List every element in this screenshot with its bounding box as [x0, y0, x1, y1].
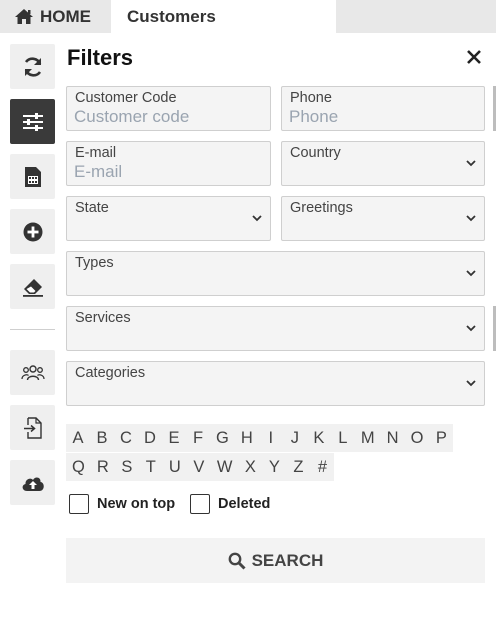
alphabet-letter[interactable]: T — [138, 453, 163, 481]
greetings-select[interactable]: Greetings — [281, 196, 485, 241]
report-button[interactable] — [10, 154, 55, 199]
alphabet-row: Q R S T U V W X Y Z # — [66, 453, 486, 481]
import-button[interactable] — [10, 405, 55, 450]
greetings-label: Greetings — [290, 200, 353, 216]
new-on-top-option[interactable]: New on top — [69, 494, 175, 514]
tab-home-label: HOME — [40, 6, 91, 26]
tab-home[interactable]: HOME — [0, 0, 111, 33]
alphabet-letter[interactable]: X — [238, 453, 263, 481]
alphabet-letter[interactable]: # — [310, 453, 335, 481]
alphabet-letter[interactable]: A — [66, 424, 90, 452]
email-label: E-mail — [75, 145, 117, 161]
deleted-option[interactable]: Deleted — [190, 494, 270, 514]
customer-code-input[interactable] — [74, 107, 263, 127]
alphabet-row: ABCDEFGHIJKLMNOP — [66, 424, 486, 452]
cloud-upload-icon — [22, 477, 44, 491]
chevron-down-icon — [466, 215, 476, 222]
alphabet-letter[interactable]: R — [90, 453, 115, 481]
country-label: Country — [290, 145, 341, 161]
deleted-checkbox[interactable] — [190, 494, 210, 514]
customer-code-label: Customer Code — [75, 90, 177, 106]
clear-button[interactable] — [10, 264, 55, 309]
filters-title: Filters — [67, 45, 134, 70]
alphabet-letter[interactable]: P — [429, 424, 454, 452]
phone-field: Phone — [281, 86, 485, 131]
alphabet-letter[interactable]: H — [234, 424, 259, 452]
alphabet-letter[interactable]: C — [114, 424, 138, 452]
alphabet-letter[interactable]: Q — [66, 453, 91, 481]
services-label: Services — [75, 310, 131, 326]
phone-label: Phone — [290, 90, 332, 106]
alphabet-letter[interactable]: M — [354, 424, 381, 452]
add-circle-icon — [23, 222, 42, 241]
alphabet-letter[interactable]: W — [210, 453, 239, 481]
alphabet-letter[interactable]: S — [114, 453, 139, 481]
tab-customers-label: Customers — [127, 6, 216, 26]
eraser-icon — [22, 278, 43, 297]
alphabet-letter[interactable]: E — [162, 424, 186, 452]
alphabet-letter[interactable]: J — [282, 424, 307, 452]
chevron-down-icon — [466, 270, 476, 277]
email-input[interactable] — [74, 162, 263, 182]
state-label: State — [75, 200, 109, 216]
alphabet-letter[interactable]: Z — [286, 453, 311, 481]
chevron-down-icon — [466, 160, 476, 167]
alphabet-letter[interactable]: U — [162, 453, 187, 481]
upload-button[interactable] — [10, 460, 55, 505]
new-on-top-checkbox[interactable] — [69, 494, 89, 514]
alphabet-letter[interactable]: I — [258, 424, 283, 452]
deleted-label: Deleted — [218, 496, 271, 512]
alphabet-letter[interactable]: Y — [262, 453, 287, 481]
refresh-icon — [24, 56, 41, 77]
groups-button[interactable] — [10, 350, 55, 395]
users-group-icon — [20, 364, 45, 380]
alphabet-filter: ABCDEFGHIJKLMNOP Q R S T U V W X Y Z # — [66, 424, 486, 481]
types-label: Types — [75, 255, 114, 271]
filter-sliders-icon — [22, 112, 43, 131]
email-field: E-mail — [66, 141, 271, 186]
state-select[interactable]: State — [66, 196, 271, 241]
services-select[interactable]: Services — [66, 306, 485, 351]
sidebar — [0, 33, 64, 622]
customer-code-field: Customer Code — [66, 86, 271, 131]
tab-bar-filler — [336, 0, 496, 33]
filters-button[interactable] — [10, 99, 55, 144]
categories-label: Categories — [75, 365, 146, 381]
alphabet-letter[interactable]: K — [306, 424, 331, 452]
chevron-down-icon — [466, 325, 476, 332]
categories-select[interactable]: Categories — [66, 361, 485, 406]
add-button[interactable] — [10, 209, 55, 254]
search-icon — [228, 552, 246, 570]
alphabet-letter[interactable]: G — [210, 424, 235, 452]
tab-customers[interactable]: Customers — [111, 0, 336, 33]
alphabet-letter[interactable]: L — [330, 424, 355, 452]
refresh-button[interactable] — [10, 44, 55, 89]
close-icon — [467, 50, 481, 64]
top-tab-bar: HOME Customers — [0, 0, 496, 33]
chevron-down-icon — [466, 380, 476, 387]
alphabet-letter[interactable]: V — [186, 453, 211, 481]
calculator-document-icon — [24, 166, 41, 187]
search-button[interactable]: SEARCH — [66, 538, 485, 583]
alphabet-letter[interactable]: N — [380, 424, 405, 452]
import-file-icon — [23, 416, 42, 439]
close-filters-button[interactable] — [464, 47, 484, 67]
phone-input[interactable] — [289, 107, 477, 127]
types-select[interactable]: Types — [66, 251, 485, 296]
new-on-top-label: New on top — [97, 496, 176, 512]
sidebar-divider — [10, 329, 55, 330]
country-select[interactable]: Country — [281, 141, 485, 186]
home-icon — [15, 9, 33, 24]
alphabet-letter[interactable]: O — [404, 424, 430, 452]
alphabet-letter[interactable]: D — [138, 424, 162, 452]
alphabet-letter[interactable]: B — [90, 424, 114, 452]
alphabet-letter[interactable]: F — [186, 424, 210, 452]
chevron-down-icon — [252, 215, 262, 222]
search-button-label: SEARCH — [251, 550, 324, 570]
